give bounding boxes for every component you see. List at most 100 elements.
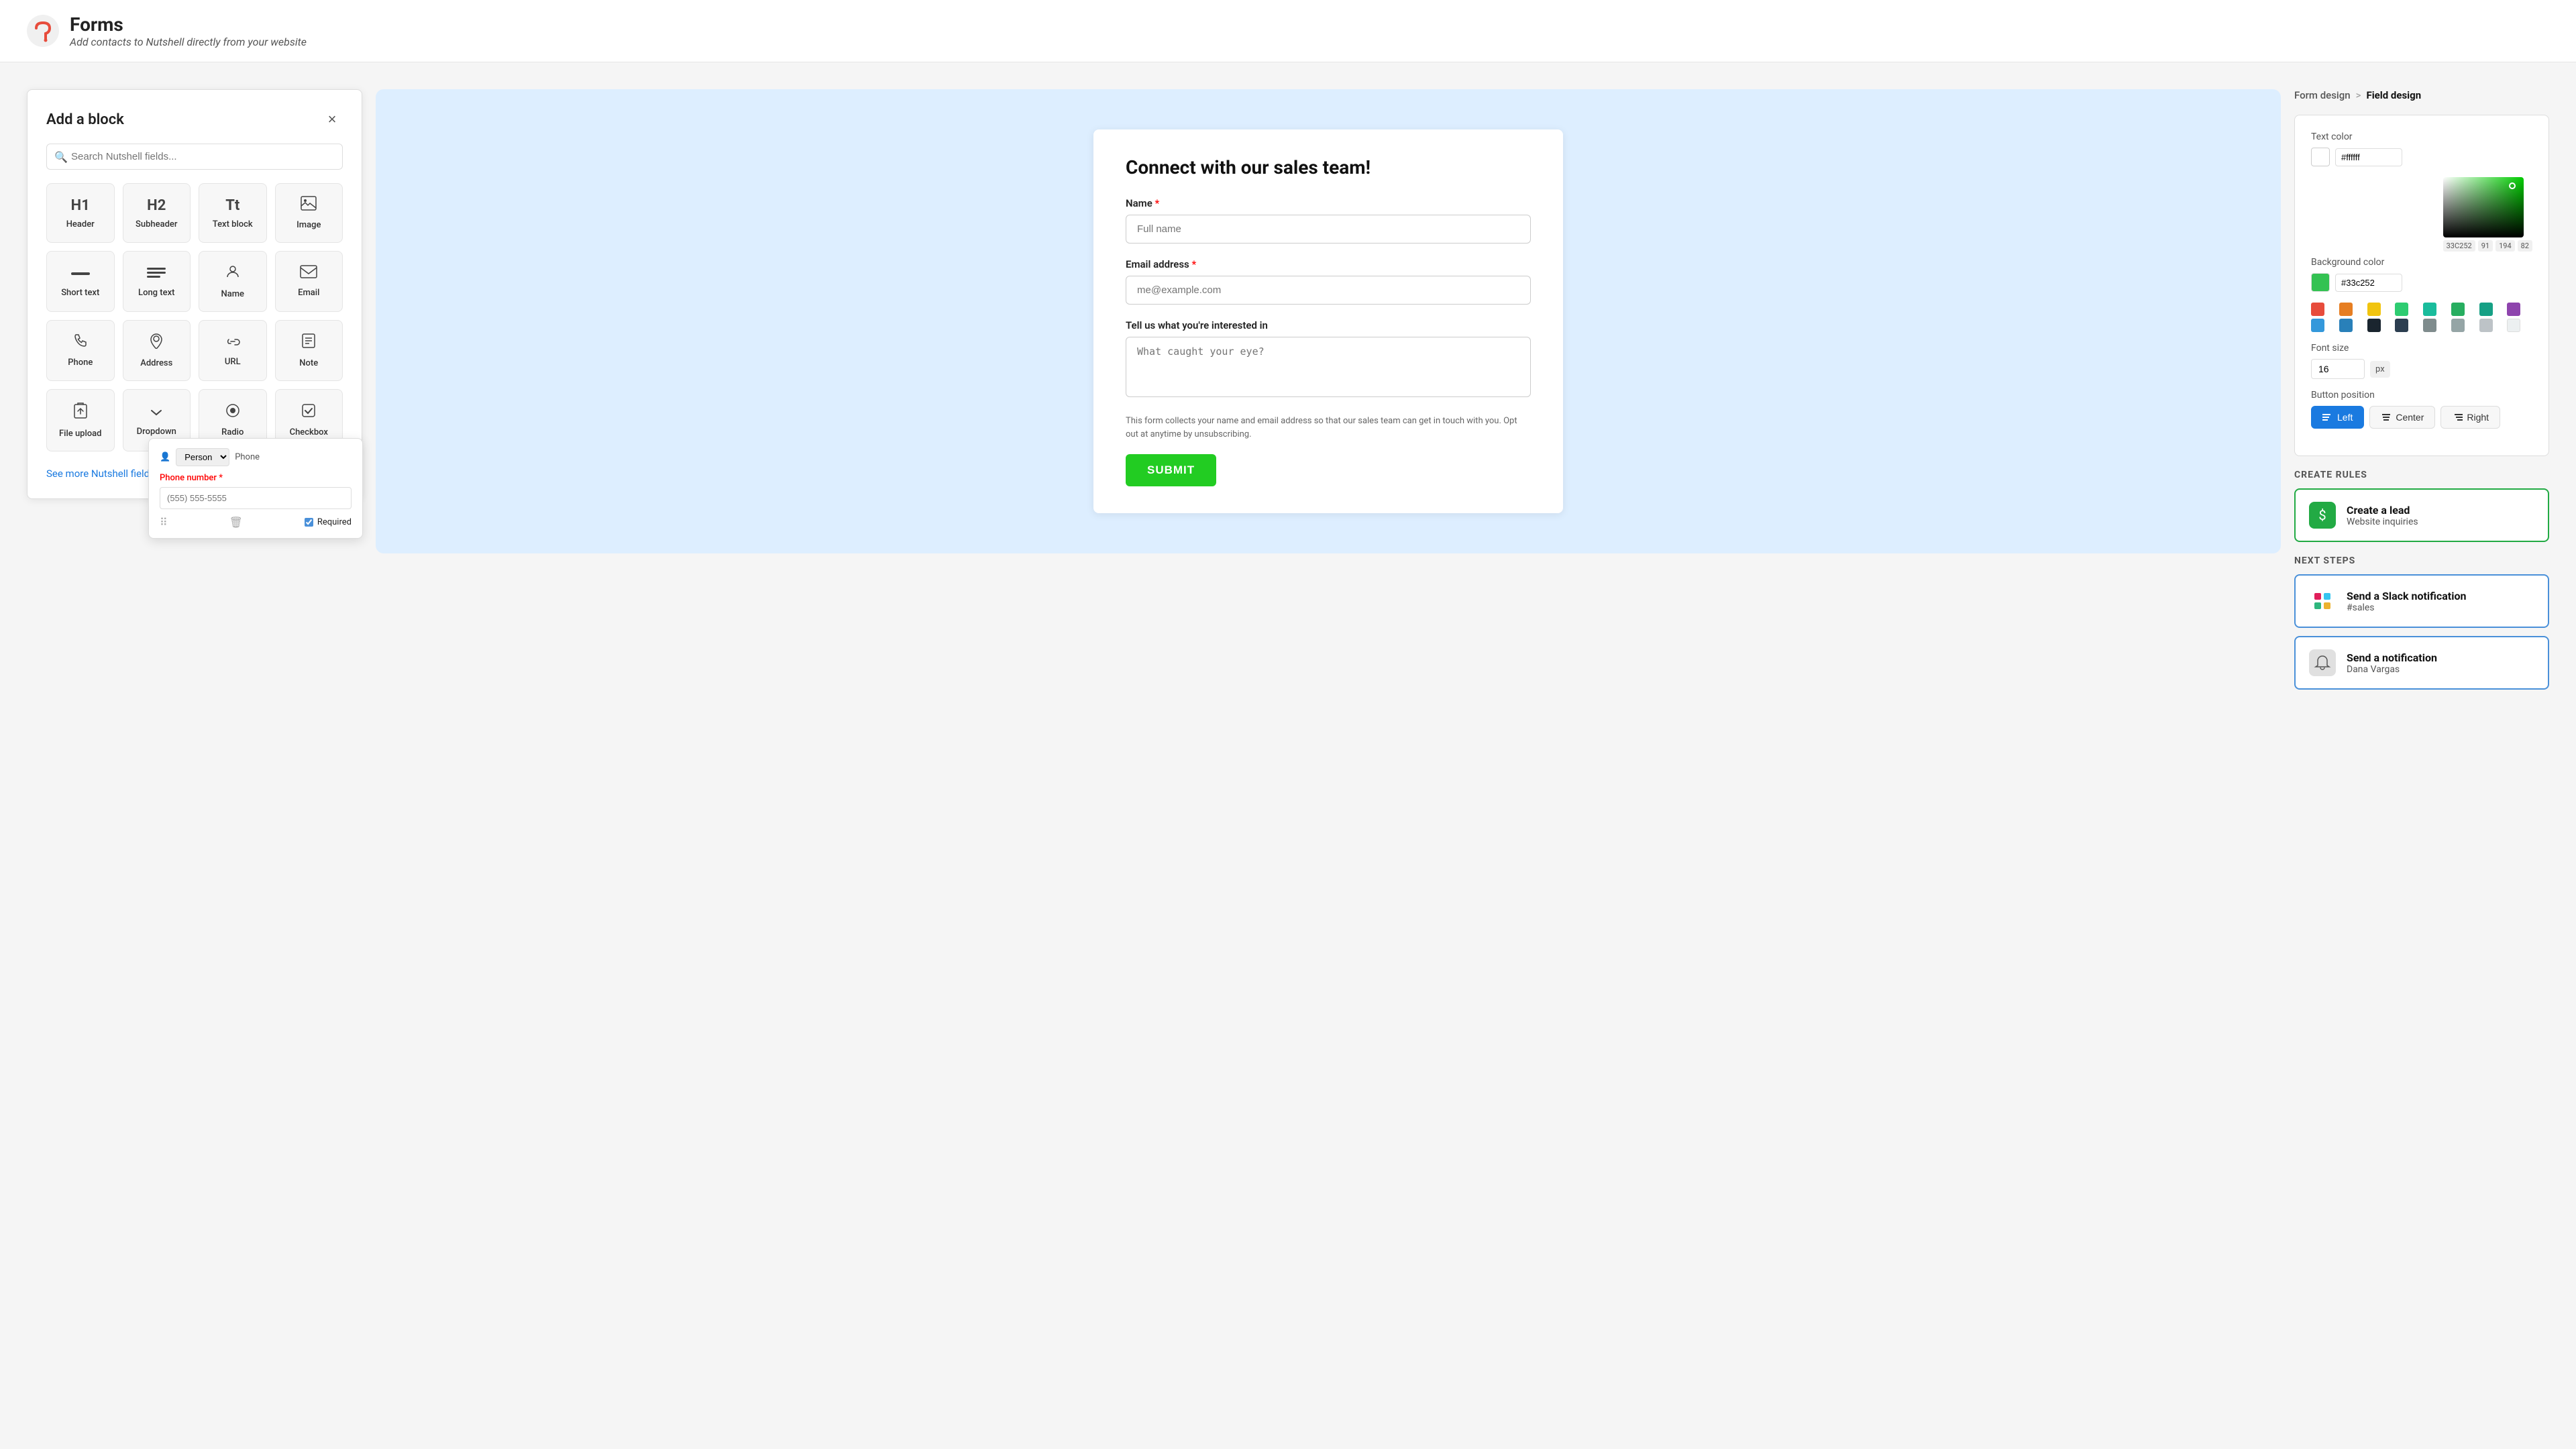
swatch-gray2[interactable] (2451, 319, 2465, 332)
interest-field-textarea[interactable] (1126, 337, 1531, 397)
font-size-row: Font size px (2311, 343, 2532, 379)
swatch-darkteal[interactable] (2479, 303, 2493, 316)
name-field-input[interactable] (1126, 215, 1531, 244)
block-item-fileupload[interactable]: File upload (46, 389, 115, 451)
create-lead-title: Create a lead (2347, 504, 2418, 517)
required-label: Required (317, 517, 352, 527)
swatch-nearblack[interactable] (2367, 319, 2381, 332)
position-right-button[interactable]: Right (2440, 406, 2500, 429)
checkbox-label: Checkbox (290, 427, 328, 437)
create-lead-icon: $ (2309, 502, 2336, 529)
swatch-darkgreen[interactable] (2451, 303, 2465, 316)
block-item-subheader[interactable]: H2 Subheader (123, 183, 191, 243)
font-size-input[interactable] (2311, 359, 2365, 379)
form-field-name: Name * (1126, 197, 1531, 244)
breadcrumb-parent[interactable]: Form design (2294, 89, 2351, 101)
block-item-textblock[interactable]: Tt Text block (199, 183, 267, 243)
swatch-navy[interactable] (2395, 319, 2408, 332)
shorttext-icon (71, 266, 90, 282)
block-item-name[interactable]: Name (199, 251, 267, 312)
name-required-star: * (1155, 197, 1160, 209)
hex-value: 33C252 (2443, 240, 2475, 252)
phone-icon (73, 333, 88, 352)
block-item-note[interactable]: Note (275, 320, 343, 381)
swatch-yellow[interactable] (2367, 303, 2381, 316)
slack-card-title: Send a Slack notification (2347, 590, 2466, 602)
notification-icon (2309, 649, 2336, 676)
swatch-gray1[interactable] (2423, 319, 2436, 332)
app-title: Forms (70, 13, 307, 36)
delete-icon[interactable]: 🗑 (229, 516, 243, 529)
s-value: 91 (2478, 240, 2493, 252)
app-header-text: Forms Add contacts to Nutshell directly … (70, 13, 307, 48)
phone-label: Phone (68, 358, 93, 368)
swatch-lightgray[interactable] (2479, 319, 2493, 332)
add-block-header: Add a block × (46, 109, 343, 130)
dropdown-icon (149, 405, 164, 421)
app-subtitle: Add contacts to Nutshell directly from y… (70, 36, 307, 48)
button-position-row: Button position Left Center Right (2311, 390, 2532, 429)
subheader-label: Subheader (136, 219, 178, 229)
fileupload-label: File upload (59, 429, 102, 439)
name-label: Name (221, 289, 244, 299)
form-preview: Connect with our sales team! Name * Emai… (376, 89, 2281, 553)
create-rules-section: CREATE RULES $ Create a lead Website inq… (2294, 470, 2549, 542)
next-steps-heading: NEXT STEPS (2294, 555, 2549, 566)
slack-notification-card[interactable]: Send a Slack notification #sales (2294, 574, 2549, 628)
required-checkbox[interactable] (305, 518, 313, 527)
swatch-teal[interactable] (2423, 303, 2436, 316)
block-item-url[interactable]: URL (199, 320, 267, 381)
swatch-green[interactable] (2395, 303, 2408, 316)
breadcrumb-separator: > (2356, 89, 2361, 101)
drag-handle: ⠿ (160, 516, 168, 529)
position-center-button[interactable]: Center (2369, 406, 2435, 429)
notification-card-title: Send a notification (2347, 651, 2437, 664)
name-icon (225, 264, 241, 284)
see-more-link[interactable]: See more Nutshell fields (46, 468, 155, 480)
block-item-phone[interactable]: Phone (46, 320, 115, 381)
font-size-unit: px (2370, 361, 2390, 378)
block-item-email[interactable]: Email (275, 251, 343, 312)
fileupload-icon (73, 402, 88, 423)
text-color-label: Text color (2311, 131, 2532, 142)
phone-input[interactable] (160, 487, 352, 509)
block-item-longtext[interactable]: Long text (123, 251, 191, 312)
block-item-header[interactable]: H1 Header (46, 183, 115, 243)
block-item-image[interactable]: Image (275, 183, 343, 243)
text-color-row: Text color (2311, 131, 2532, 166)
swatch-purple[interactable] (2507, 303, 2520, 316)
font-size-label: Font size (2311, 343, 2532, 354)
block-item-address[interactable]: Address (123, 320, 191, 381)
submit-button[interactable]: SUBMIT (1126, 454, 1216, 486)
color-gradient-canvas[interactable] (2443, 177, 2524, 237)
block-item-shorttext[interactable]: Short text (46, 251, 115, 312)
bg-color-row: Background color (2311, 257, 2532, 292)
create-lead-subtitle: Website inquiries (2347, 517, 2418, 527)
add-block-panel: Add a block × 🔍 H1 Header H2 Subheader T… (27, 89, 362, 499)
create-lead-card[interactable]: $ Create a lead Website inquiries (2294, 488, 2549, 542)
url-label: URL (225, 357, 241, 367)
header-label: Header (66, 219, 95, 229)
notification-card[interactable]: Send a notification Dana Vargas (2294, 636, 2549, 690)
swatch-orange[interactable] (2339, 303, 2353, 316)
swatch-blue[interactable] (2311, 319, 2324, 332)
search-input[interactable] (46, 144, 343, 170)
form-title: Connect with our sales team! (1126, 156, 1531, 178)
swatch-darkblue[interactable] (2339, 319, 2353, 332)
phone-field-label: Phone number * (160, 473, 352, 483)
bg-color-hex-input[interactable] (2335, 274, 2402, 292)
position-left-button[interactable]: Left (2311, 406, 2364, 429)
text-color-hex-input[interactable] (2335, 148, 2402, 166)
swatch-white[interactable] (2507, 319, 2520, 332)
checkbox-icon (301, 403, 316, 422)
notification-card-text: Send a notification Dana Vargas (2347, 651, 2437, 675)
url-icon (224, 335, 241, 352)
slack-card-text: Send a Slack notification #sales (2347, 590, 2466, 613)
swatch-red[interactable] (2311, 303, 2324, 316)
email-field-input[interactable] (1126, 276, 1531, 305)
person-select[interactable]: Person (176, 448, 229, 466)
create-rules-heading: CREATE RULES (2294, 470, 2549, 480)
close-panel-button[interactable]: × (321, 109, 343, 130)
form-privacy-text: This form collects your name and email a… (1126, 415, 1531, 441)
r-value: 194 (2496, 240, 2515, 252)
